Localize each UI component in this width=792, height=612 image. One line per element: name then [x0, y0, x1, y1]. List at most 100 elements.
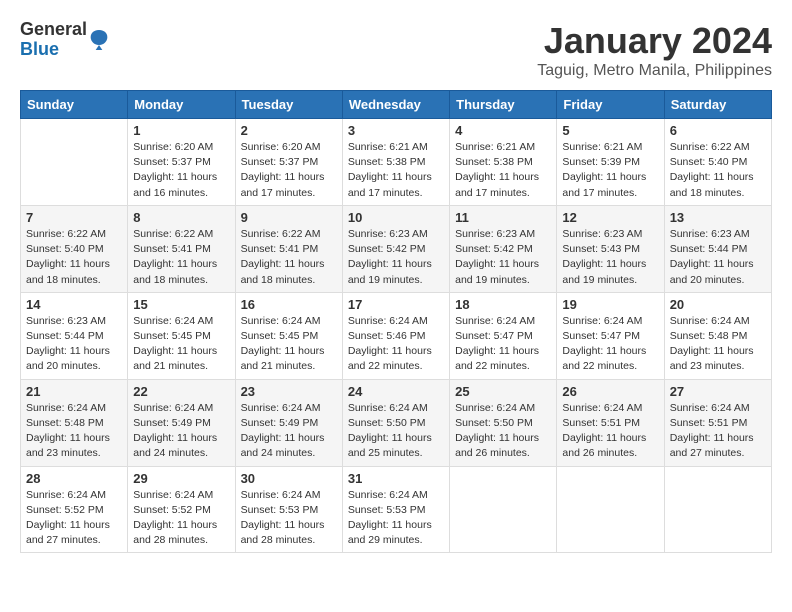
sunset-text: Sunset: 5:49 PM [133, 417, 211, 429]
daylight-text: Daylight: 11 hours and 17 minutes. [562, 171, 646, 198]
daylight-text: Daylight: 11 hours and 24 minutes. [133, 432, 217, 459]
sunrise-text: Sunrise: 6:24 AM [133, 315, 213, 327]
sunset-text: Sunset: 5:48 PM [26, 417, 104, 429]
day-number: 28 [26, 471, 122, 486]
cell-content: Sunrise: 6:24 AM Sunset: 5:53 PM Dayligh… [241, 488, 337, 549]
daylight-text: Daylight: 11 hours and 18 minutes. [133, 258, 217, 285]
day-number: 10 [348, 210, 444, 225]
calendar-cell: 20 Sunrise: 6:24 AM Sunset: 5:48 PM Dayl… [664, 292, 771, 379]
sunrise-text: Sunrise: 6:24 AM [455, 402, 535, 414]
sunrise-text: Sunrise: 6:24 AM [562, 315, 642, 327]
sunrise-text: Sunrise: 6:24 AM [133, 489, 213, 501]
day-number: 31 [348, 471, 444, 486]
sunset-text: Sunset: 5:44 PM [670, 243, 748, 255]
calendar-header-row: SundayMondayTuesdayWednesdayThursdayFrid… [21, 91, 772, 119]
calendar-cell: 23 Sunrise: 6:24 AM Sunset: 5:49 PM Dayl… [235, 379, 342, 466]
calendar-week-row: 1 Sunrise: 6:20 AM Sunset: 5:37 PM Dayli… [21, 119, 772, 206]
cell-content: Sunrise: 6:24 AM Sunset: 5:51 PM Dayligh… [670, 401, 766, 462]
logo-blue-text: Blue [20, 40, 87, 60]
day-number: 22 [133, 384, 229, 399]
day-number: 23 [241, 384, 337, 399]
cell-content: Sunrise: 6:23 AM Sunset: 5:42 PM Dayligh… [348, 227, 444, 288]
day-number: 4 [455, 123, 551, 138]
sunrise-text: Sunrise: 6:24 AM [562, 402, 642, 414]
calendar-cell: 15 Sunrise: 6:24 AM Sunset: 5:45 PM Dayl… [128, 292, 235, 379]
calendar-cell: 4 Sunrise: 6:21 AM Sunset: 5:38 PM Dayli… [450, 119, 557, 206]
calendar-day-header: Tuesday [235, 91, 342, 119]
sunset-text: Sunset: 5:38 PM [455, 156, 533, 168]
sunrise-text: Sunrise: 6:22 AM [26, 228, 106, 240]
sunrise-text: Sunrise: 6:23 AM [670, 228, 750, 240]
sunrise-text: Sunrise: 6:20 AM [133, 141, 213, 153]
day-number: 12 [562, 210, 658, 225]
sunset-text: Sunset: 5:40 PM [670, 156, 748, 168]
sunset-text: Sunset: 5:42 PM [348, 243, 426, 255]
calendar-day-header: Sunday [21, 91, 128, 119]
daylight-text: Daylight: 11 hours and 17 minutes. [455, 171, 539, 198]
calendar-cell: 22 Sunrise: 6:24 AM Sunset: 5:49 PM Dayl… [128, 379, 235, 466]
cell-content: Sunrise: 6:21 AM Sunset: 5:39 PM Dayligh… [562, 140, 658, 201]
day-number: 11 [455, 210, 551, 225]
location-title: Taguig, Metro Manila, Philippines [537, 62, 772, 80]
cell-content: Sunrise: 6:24 AM Sunset: 5:45 PM Dayligh… [241, 314, 337, 375]
calendar-cell: 25 Sunrise: 6:24 AM Sunset: 5:50 PM Dayl… [450, 379, 557, 466]
sunrise-text: Sunrise: 6:24 AM [348, 315, 428, 327]
day-number: 27 [670, 384, 766, 399]
calendar-cell: 24 Sunrise: 6:24 AM Sunset: 5:50 PM Dayl… [342, 379, 449, 466]
daylight-text: Daylight: 11 hours and 19 minutes. [562, 258, 646, 285]
day-number: 2 [241, 123, 337, 138]
day-number: 29 [133, 471, 229, 486]
sunset-text: Sunset: 5:51 PM [670, 417, 748, 429]
sunset-text: Sunset: 5:53 PM [241, 504, 319, 516]
sunset-text: Sunset: 5:47 PM [562, 330, 640, 342]
calendar-cell: 10 Sunrise: 6:23 AM Sunset: 5:42 PM Dayl… [342, 205, 449, 292]
daylight-text: Daylight: 11 hours and 26 minutes. [455, 432, 539, 459]
sunset-text: Sunset: 5:53 PM [348, 504, 426, 516]
calendar-cell: 29 Sunrise: 6:24 AM Sunset: 5:52 PM Dayl… [128, 466, 235, 553]
daylight-text: Daylight: 11 hours and 28 minutes. [133, 519, 217, 546]
sunrise-text: Sunrise: 6:24 AM [670, 402, 750, 414]
day-number: 7 [26, 210, 122, 225]
cell-content: Sunrise: 6:24 AM Sunset: 5:45 PM Dayligh… [133, 314, 229, 375]
calendar-cell: 5 Sunrise: 6:21 AM Sunset: 5:39 PM Dayli… [557, 119, 664, 206]
cell-content: Sunrise: 6:22 AM Sunset: 5:40 PM Dayligh… [670, 140, 766, 201]
calendar-cell: 21 Sunrise: 6:24 AM Sunset: 5:48 PM Dayl… [21, 379, 128, 466]
day-number: 1 [133, 123, 229, 138]
daylight-text: Daylight: 11 hours and 23 minutes. [26, 432, 110, 459]
sunset-text: Sunset: 5:42 PM [455, 243, 533, 255]
day-number: 19 [562, 297, 658, 312]
calendar-cell [664, 466, 771, 553]
calendar-cell [21, 119, 128, 206]
day-number: 25 [455, 384, 551, 399]
daylight-text: Daylight: 11 hours and 16 minutes. [133, 171, 217, 198]
daylight-text: Daylight: 11 hours and 17 minutes. [241, 171, 325, 198]
daylight-text: Daylight: 11 hours and 27 minutes. [26, 519, 110, 546]
calendar-cell: 14 Sunrise: 6:23 AM Sunset: 5:44 PM Dayl… [21, 292, 128, 379]
cell-content: Sunrise: 6:24 AM Sunset: 5:46 PM Dayligh… [348, 314, 444, 375]
cell-content: Sunrise: 6:24 AM Sunset: 5:50 PM Dayligh… [455, 401, 551, 462]
sunset-text: Sunset: 5:49 PM [241, 417, 319, 429]
calendar-cell: 27 Sunrise: 6:24 AM Sunset: 5:51 PM Dayl… [664, 379, 771, 466]
calendar-cell: 6 Sunrise: 6:22 AM Sunset: 5:40 PM Dayli… [664, 119, 771, 206]
daylight-text: Daylight: 11 hours and 24 minutes. [241, 432, 325, 459]
sunset-text: Sunset: 5:37 PM [133, 156, 211, 168]
sunset-text: Sunset: 5:50 PM [455, 417, 533, 429]
sunrise-text: Sunrise: 6:24 AM [241, 315, 321, 327]
cell-content: Sunrise: 6:23 AM Sunset: 5:43 PM Dayligh… [562, 227, 658, 288]
day-number: 30 [241, 471, 337, 486]
day-number: 15 [133, 297, 229, 312]
daylight-text: Daylight: 11 hours and 21 minutes. [133, 345, 217, 372]
title-block: January 2024 Taguig, Metro Manila, Phili… [537, 20, 772, 80]
calendar-day-header: Saturday [664, 91, 771, 119]
daylight-text: Daylight: 11 hours and 20 minutes. [670, 258, 754, 285]
sunrise-text: Sunrise: 6:23 AM [26, 315, 106, 327]
sunrise-text: Sunrise: 6:24 AM [241, 402, 321, 414]
sunset-text: Sunset: 5:45 PM [133, 330, 211, 342]
daylight-text: Daylight: 11 hours and 28 minutes. [241, 519, 325, 546]
daylight-text: Daylight: 11 hours and 26 minutes. [562, 432, 646, 459]
sunset-text: Sunset: 5:50 PM [348, 417, 426, 429]
cell-content: Sunrise: 6:21 AM Sunset: 5:38 PM Dayligh… [455, 140, 551, 201]
calendar-cell: 2 Sunrise: 6:20 AM Sunset: 5:37 PM Dayli… [235, 119, 342, 206]
cell-content: Sunrise: 6:24 AM Sunset: 5:53 PM Dayligh… [348, 488, 444, 549]
sunset-text: Sunset: 5:47 PM [455, 330, 533, 342]
